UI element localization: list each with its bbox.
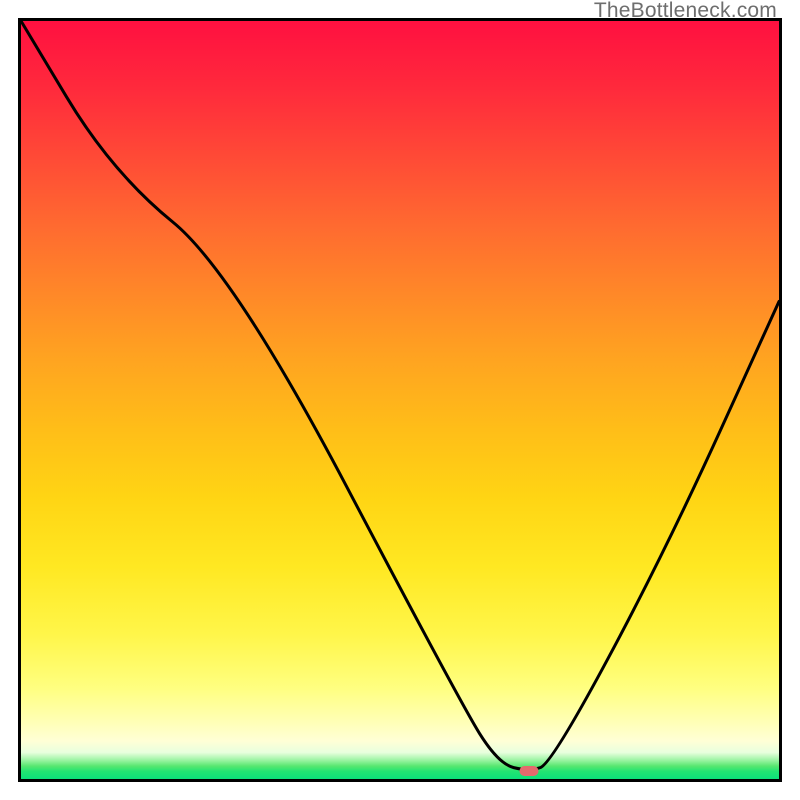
line-series [21,21,779,779]
watermark-text: TheBottleneck.com [594,0,777,23]
chart-marker [519,766,538,776]
chart-frame [18,18,782,782]
